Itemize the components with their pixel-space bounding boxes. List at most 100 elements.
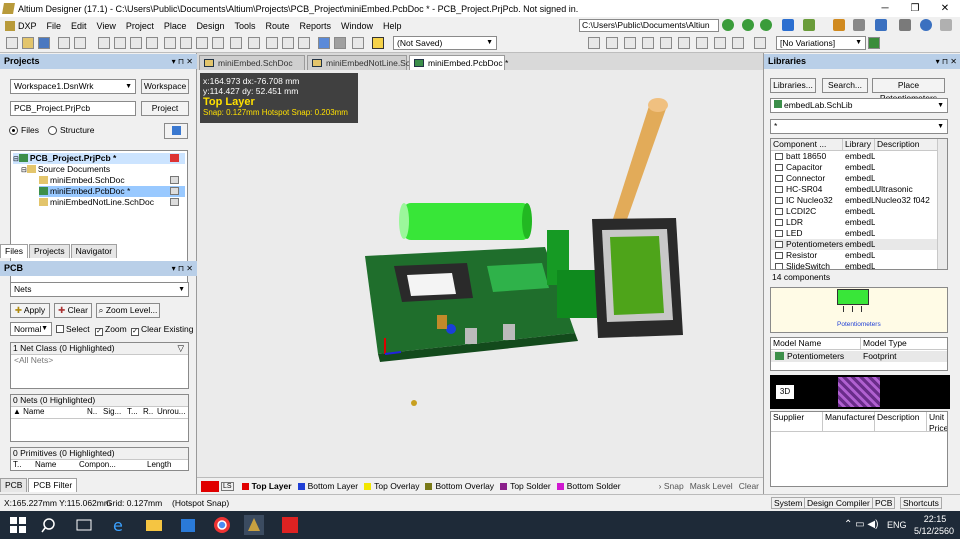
maximize-button[interactable]: ❐ [900,3,930,14]
monitor-icon[interactable] [899,19,911,31]
layer-tab-bottom-solder[interactable]: Bottom Solder [556,481,621,491]
panel-pin-icon[interactable]: ▾ ⊓ ✕ [936,54,957,69]
menu-help[interactable]: Help [378,21,407,31]
layer-tab-top-solder[interactable]: Top Solder [500,481,551,491]
component-row[interactable]: LCDI2C embedLi [771,206,939,217]
variations-select[interactable]: [No Variations] ▼ [776,36,866,50]
tree-doc-pcb[interactable]: miniEmbed.PcbDoc * [39,186,185,197]
help-icon[interactable] [920,19,932,31]
clear-button[interactable]: ✚ Clear [54,303,92,318]
workspace-select[interactable]: Workspace1.DsnWrk ▼ [10,79,136,94]
tray-icons[interactable]: ⌃ ▭ ◀) [844,519,878,530]
col-component[interactable]: Component ... [771,139,843,151]
component-row[interactable]: SlideSwitch embedLi [771,261,939,269]
close-button[interactable]: ✕ [930,3,960,14]
place-fill-icon[interactable] [678,37,690,49]
col-unit-price[interactable]: Unit Price [927,412,947,433]
path-field[interactable]: C:\Users\Public\Documents\Altiun [579,19,719,32]
component-row[interactable]: batt 18650 embedLi [771,151,939,162]
col-model-name[interactable]: Model Name [771,338,861,350]
menu-route[interactable]: Route [260,21,294,31]
place-pad-icon[interactable] [588,37,600,49]
panel-pin-icon[interactable]: ▾ ⊓ ✕ [172,261,193,276]
filter-icon[interactable]: ▽ [177,343,184,354]
browse-icon[interactable] [372,37,384,49]
tree-doc-sch[interactable]: miniEmbed.SchDoc [39,175,185,186]
radio-files[interactable]: Files [9,125,39,135]
status-pcb[interactable]: PCB [872,497,896,509]
prim-col-length[interactable]: Length [147,460,171,469]
tree-folder[interactable]: ⊟ Source Documents [21,164,110,175]
status-design-compiler[interactable]: Design Compiler [804,497,873,509]
start-icon[interactable] [8,515,28,535]
nets-col-sig[interactable]: Sig... [103,407,121,416]
input-language[interactable]: ENG [887,520,907,530]
current-layer-swatch[interactable] [201,480,219,492]
tab-doc-sch-notline[interactable]: miniEmbedNotLine.SchDoc [307,55,430,70]
libraries-button[interactable]: Libraries... [770,78,816,93]
menu-window[interactable]: Window [336,21,378,31]
open-folder-icon[interactable] [22,37,34,49]
edge-icon[interactable]: e [110,515,130,535]
panel-pin-icon[interactable]: ▾ ⊓ ✕ [172,54,193,69]
mask-level-button[interactable]: Mask Level [690,481,733,491]
paste-icon[interactable] [196,37,208,49]
print-icon[interactable] [58,37,70,49]
search-button[interactable]: Search... [822,78,868,93]
settings-icon[interactable] [853,19,865,31]
project-field[interactable]: PCB_Project.PrjPcb [10,101,136,116]
menu-place[interactable]: Place [159,21,192,31]
pcb-mode-select[interactable]: Nets ▼ [10,282,189,297]
tree-doc-sch-notline[interactable]: miniEmbedNotLine.SchDoc [39,197,185,208]
print-preview-icon[interactable] [74,37,86,49]
net-class-item[interactable]: <All Nets> [11,355,188,365]
component-row[interactable]: IC Nucleo32 embedLi Nucleo32 f042 [771,195,939,206]
status-shortcuts[interactable]: Shortcuts [900,497,942,509]
back-icon[interactable] [742,19,754,31]
tab-pcb-filter[interactable]: PCB Filter [28,478,78,492]
place-component-icon[interactable] [714,37,726,49]
component-row[interactable]: LED embedLi [771,228,939,239]
highlight-mode-select[interactable]: Normal ▼ [10,322,52,336]
nets-col-n[interactable]: N.. [87,407,97,416]
col-description[interactable]: Description [875,139,939,151]
save-state-select[interactable]: (Not Saved) ▼ [393,36,497,50]
select-area-icon[interactable] [230,37,242,49]
menu-view[interactable]: View [92,21,121,31]
tools-icon[interactable] [833,19,845,31]
col-manufacturer[interactable]: Manufacturer [823,412,875,432]
minimize-button[interactable]: ─ [870,3,900,14]
place-polygon-icon[interactable] [696,37,708,49]
prim-col-name[interactable]: Name [35,460,56,469]
move-icon[interactable] [266,37,278,49]
library-select[interactable]: embedLab.SchLib ▼ [770,98,948,113]
snap-button[interactable]: › Snap [659,481,684,491]
nets-col-name[interactable]: ▲ Name [13,407,45,416]
tab-files[interactable]: Files [0,244,28,258]
menu-design[interactable]: Design [191,21,229,31]
tree-project[interactable]: ⊟ PCB_Project.PrjPcb * [13,153,185,164]
col-model-type[interactable]: Model Type [861,338,947,350]
clock-time[interactable]: 22:15 [920,514,950,524]
layer-tab-top[interactable]: Top Layer [241,481,292,491]
zoom-level-button[interactable]: ⌕ Zoom Level... [96,303,160,318]
component-row[interactable]: Resistor embedLi [771,250,939,261]
component-scrollbar[interactable] [937,139,947,269]
grid-icon[interactable] [352,37,364,49]
forward-icon[interactable] [760,19,772,31]
acrobat-icon[interactable] [280,515,300,535]
component-row[interactable]: Capacitor embedLi [771,162,939,173]
new-doc-icon[interactable] [6,37,18,49]
tab-doc-pcb[interactable]: miniEmbed.PcbDoc * [409,55,508,70]
menu-tools[interactable]: Tools [229,21,260,31]
zoom-fit-icon[interactable] [98,37,110,49]
rubber-stamp-icon[interactable] [212,37,224,49]
chart-icon[interactable] [803,19,815,31]
component-row[interactable]: HC-SR04 embedLi Ultrasonic [771,184,939,195]
redo-icon[interactable] [334,37,346,49]
search-icon[interactable] [40,515,60,535]
copy-icon[interactable] [180,37,192,49]
col-supplier[interactable]: Supplier [771,412,823,432]
layer-tab-bottom[interactable]: Bottom Layer [297,481,358,491]
tab-projects[interactable]: Projects [28,244,70,258]
